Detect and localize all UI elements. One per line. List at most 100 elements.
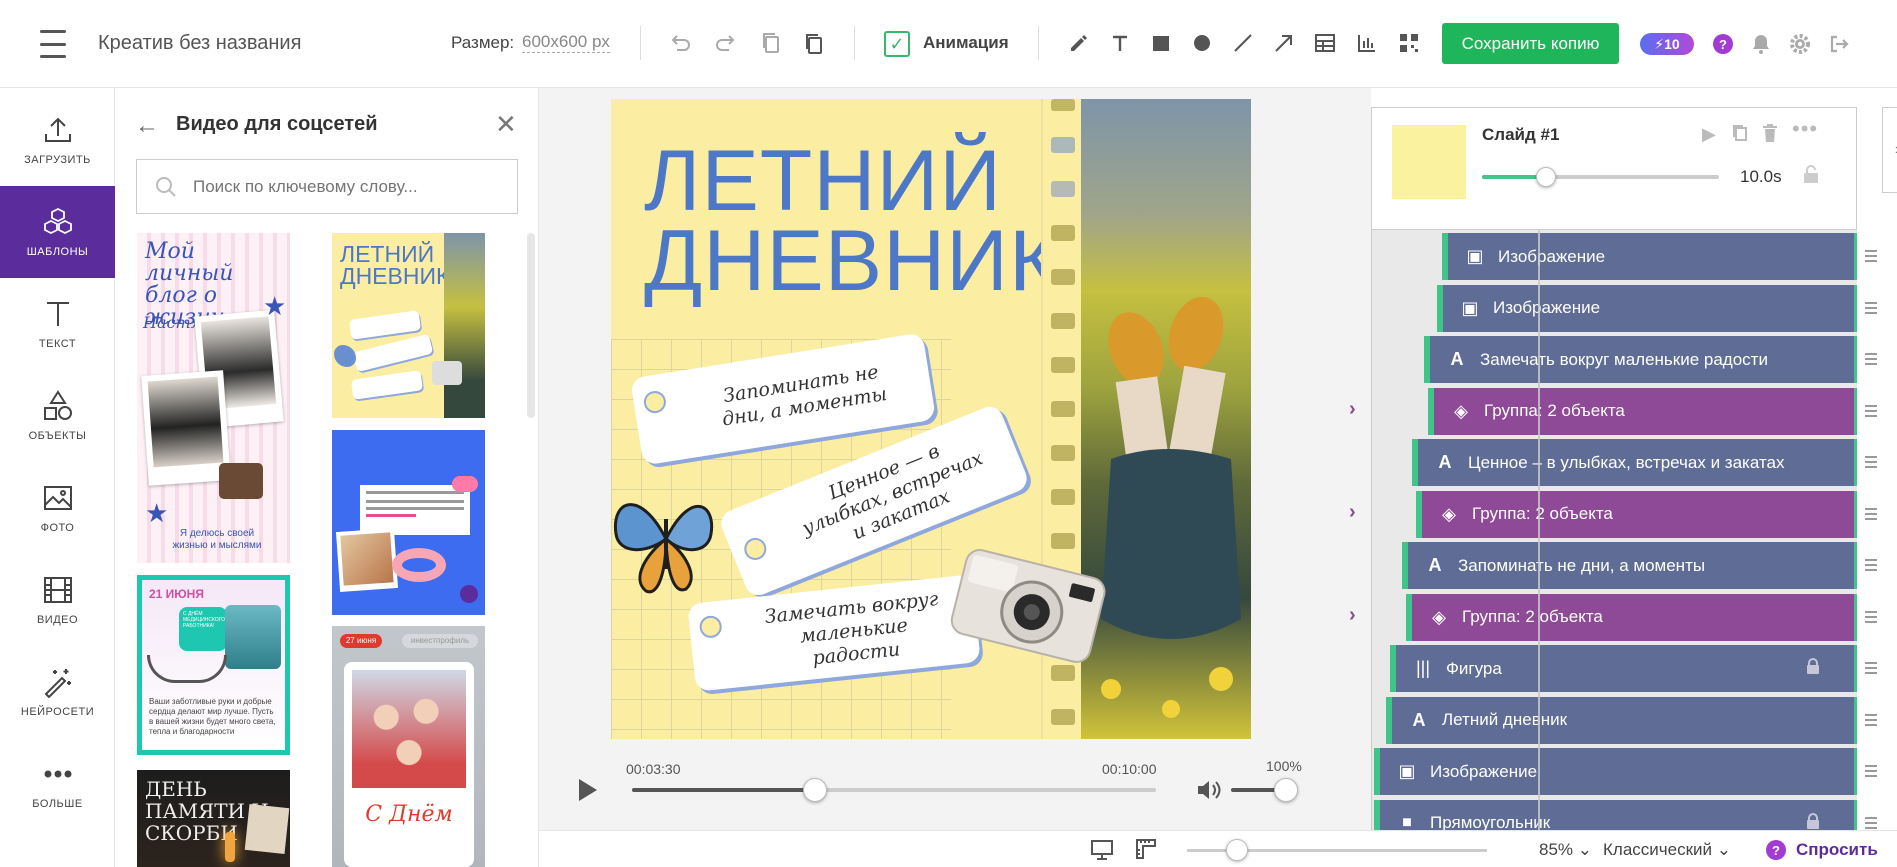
layer-row[interactable]: A Замечать вокруг маленькие радости — [1424, 336, 1857, 383]
drag-handle-icon[interactable] — [1865, 353, 1877, 365]
speaker-icon[interactable] — [1196, 779, 1222, 806]
layer-row[interactable]: ▣ Изображение — [1437, 284, 1857, 332]
arrow-tool-icon[interactable] — [1267, 26, 1301, 60]
sidebar-item-objects[interactable]: ОБЪЕКТЫ — [0, 370, 115, 462]
document-title[interactable]: Креатив без названия — [98, 32, 301, 55]
drag-handle-icon[interactable] — [1865, 610, 1877, 623]
animation-checkbox[interactable]: ✓ — [884, 31, 910, 57]
template-thumbnail-notes[interactable] — [332, 430, 485, 615]
back-arrow-icon[interactable]: ← — [135, 112, 159, 140]
template-thumbnail-memory[interactable]: ДЕНЬ ПАМЯТИ И СКОРБИ — [137, 770, 290, 867]
layer-row[interactable]: ▣ Изображение — [1442, 233, 1857, 280]
photo-legs-field[interactable] — [1081, 99, 1251, 739]
collapse-panel-icon[interactable]: › — [1882, 107, 1897, 193]
slide-duration-slider[interactable] — [1482, 167, 1719, 187]
panel-scrollbar[interactable] — [527, 233, 535, 418]
layer-row[interactable]: ◈ Группа: 2 объекта — [1406, 593, 1857, 641]
rectangle-tool-icon[interactable] — [1144, 26, 1178, 60]
circle-tool-icon[interactable] — [1185, 26, 1219, 60]
menu-icon[interactable] — [38, 30, 68, 58]
zoom-handle[interactable] — [1226, 839, 1248, 861]
pencil-icon[interactable] — [1062, 26, 1096, 60]
timeline-scrubber[interactable] — [632, 778, 1156, 802]
more-options-icon[interactable]: ••• — [1792, 116, 1818, 142]
drag-handle-icon[interactable] — [1865, 456, 1877, 468]
play-icon[interactable] — [579, 779, 597, 801]
drag-handle-icon[interactable] — [1865, 816, 1877, 829]
play-slide-icon[interactable]: ▶ — [1702, 124, 1716, 145]
drag-handle-icon[interactable] — [1865, 662, 1877, 674]
expand-chevron-icon[interactable]: › — [1349, 604, 1356, 627]
line-tool-icon[interactable] — [1226, 26, 1260, 60]
layer-row[interactable]: A Запоминать не дни, а моменты — [1402, 542, 1857, 589]
ruler-icon[interactable] — [1134, 837, 1158, 866]
qr-code-icon[interactable] — [1392, 26, 1426, 60]
layer-row[interactable]: ◈ Группа: 2 объекта — [1416, 490, 1857, 538]
slide-title[interactable]: ЛЕТНИЙ ДНЕВНИК — [644, 138, 1060, 304]
zoom-slider[interactable] — [1187, 839, 1487, 861]
timeline-playhead[interactable] — [1538, 230, 1540, 830]
layer-row[interactable]: ■ Прямоугольник — [1374, 799, 1857, 831]
sidebar-item-text[interactable]: ТЕКСТ — [0, 278, 115, 370]
ask-button[interactable]: Спросить — [1796, 840, 1878, 860]
template-thumbnail-medic[interactable]: 21 ИЮНЯ С ДНЁМ МЕДИЦИНСКОГО РАБОТНИКА! В… — [137, 575, 290, 755]
lock-icon[interactable] — [1806, 812, 1820, 831]
mode-selector[interactable]: Классический ⌄ — [1603, 840, 1731, 860]
expand-chevron-icon[interactable]: › — [1349, 501, 1356, 524]
redo-icon[interactable] — [708, 26, 742, 60]
save-copy-button[interactable]: Сохранить копию — [1442, 23, 1619, 64]
credits-badge[interactable]: ⚡10 — [1640, 33, 1694, 55]
drag-handle-icon[interactable] — [1865, 507, 1877, 520]
text-tool-icon[interactable] — [1103, 26, 1137, 60]
sidebar-item-upload[interactable]: ЗАГРУЗИТЬ — [0, 94, 115, 186]
lock-icon[interactable] — [1806, 658, 1820, 679]
layer-row[interactable]: A Ценное – в улыбках, встречах и закатах — [1412, 439, 1857, 486]
layer-row[interactable]: ▣ Изображение — [1374, 748, 1857, 795]
template-thumbnail-friends[interactable]: 27 июня инвестпрофиль С Днём — [332, 626, 485, 867]
slide-thumbnail[interactable] — [1392, 125, 1466, 199]
table-tool-icon[interactable] — [1308, 26, 1342, 60]
layer-row[interactable]: ◈ Группа: 2 объекта — [1428, 387, 1857, 435]
paste-icon[interactable] — [797, 26, 831, 60]
sidebar-item-neural[interactable]: НЕЙРОСЕТИ — [0, 646, 115, 738]
duplicate-icon[interactable] — [1732, 124, 1748, 147]
chart-tool-icon[interactable] — [1350, 26, 1384, 60]
close-icon[interactable]: ✕ — [495, 109, 517, 140]
sidebar-item-templates[interactable]: ШАБЛОНЫ — [0, 186, 115, 278]
butterfly-image[interactable] — [611, 479, 721, 604]
ask-help-icon[interactable]: ? — [1766, 840, 1786, 860]
slide-duration-handle[interactable] — [1536, 167, 1556, 187]
expand-chevron-icon[interactable]: › — [1349, 398, 1356, 421]
copy-icon[interactable] — [754, 26, 788, 60]
template-thumbnail-diary[interactable]: ЛЕТНИЙ ДНЕВНИК — [332, 233, 485, 418]
drag-handle-icon[interactable] — [1865, 301, 1877, 314]
timeline-handle[interactable] — [803, 778, 828, 802]
gear-icon[interactable] — [1783, 27, 1817, 61]
help-icon[interactable]: ? — [1713, 34, 1733, 54]
drag-handle-icon[interactable] — [1865, 250, 1877, 262]
presentation-icon[interactable] — [1090, 839, 1114, 866]
sidebar-item-photo[interactable]: ФОТО — [0, 462, 115, 554]
drag-handle-icon[interactable] — [1865, 404, 1877, 417]
template-thumbnail-blog[interactable]: Мой личный блог о жизни Настя Я делюсь с… — [137, 233, 290, 563]
drag-handle-icon[interactable] — [1865, 765, 1877, 777]
drag-handle-icon[interactable] — [1865, 559, 1877, 571]
trash-icon[interactable] — [1762, 124, 1778, 147]
undo-icon[interactable] — [664, 26, 698, 60]
drag-handle-icon[interactable] — [1865, 713, 1877, 726]
slide-card[interactable]: Слайд #1 10.0s ▶ ••• — [1371, 107, 1857, 230]
search-input[interactable] — [193, 176, 493, 197]
size-value[interactable]: 600x600 px — [522, 32, 610, 53]
layer-row[interactable]: A Летний дневник — [1386, 696, 1857, 744]
logout-icon[interactable] — [1822, 27, 1856, 61]
sidebar-item-more[interactable]: БОЛЬШЕ — [0, 738, 115, 830]
search-field[interactable] — [136, 159, 518, 214]
unlock-icon[interactable] — [1802, 164, 1822, 189]
bell-icon[interactable] — [1744, 27, 1778, 61]
sidebar-item-video[interactable]: ВИДЕО — [0, 554, 115, 646]
volume-handle[interactable] — [1274, 778, 1298, 802]
layer-row[interactable]: ||| Фигура — [1390, 645, 1857, 692]
slide-canvas[interactable]: ЛЕТНИЙ ДНЕВНИК Запоминать не дни, а моме… — [611, 99, 1251, 739]
zoom-level[interactable]: 85% ⌄ — [1539, 840, 1592, 860]
volume-slider[interactable] — [1231, 778, 1298, 802]
